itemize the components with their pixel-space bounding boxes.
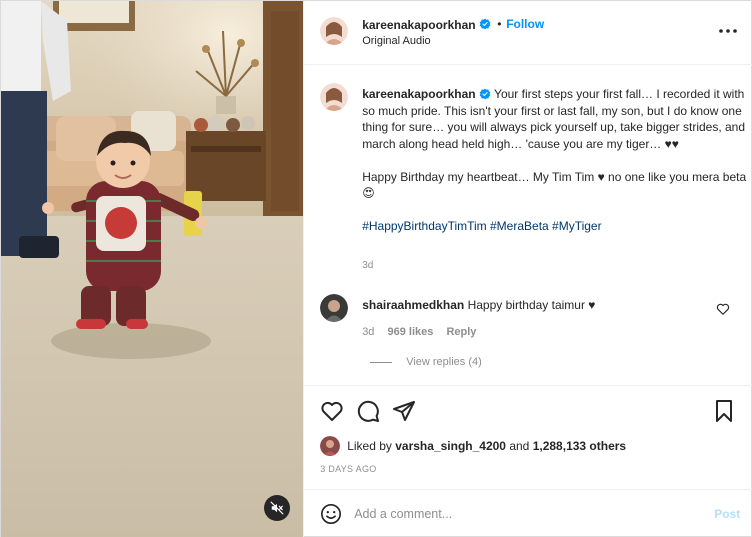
commenter-username[interactable]: shairaahmedkhan (362, 298, 464, 312)
caption-hashtags[interactable]: #HappyBirthdayTimTim #MeraBeta #MyTiger (362, 218, 747, 235)
share-button[interactable] (392, 399, 416, 423)
smiley-icon (321, 504, 342, 524)
speaker-muted-icon (270, 501, 284, 515)
caption-author-avatar[interactable] (320, 83, 349, 111)
post-header: kareenakapoorkhan • Follow Original Audi… (304, 1, 752, 65)
verified-badge (479, 17, 491, 31)
caption-body: kareenakapoorkhan Your first steps your … (362, 86, 747, 235)
commenter-avatar[interactable] (320, 294, 349, 322)
post-video[interactable] (1, 1, 304, 537)
comment-text: Happy birthday taimur ♥ (467, 298, 596, 312)
reply-button[interactable]: Reply (446, 326, 476, 338)
comment-likes[interactable]: 969 likes (388, 326, 434, 338)
post-comment-button[interactable]: Post (714, 507, 740, 521)
comment-button[interactable] (356, 399, 380, 423)
liker-username[interactable]: varsha_singh_4200 (395, 439, 506, 453)
view-replies-label: View replies (4) (406, 356, 482, 368)
comment-input[interactable] (354, 502, 685, 526)
replies-divider (370, 361, 393, 363)
mute-button[interactable] (264, 495, 290, 521)
comment-meta: 3d 969 likes Reply (362, 326, 486, 338)
author-username[interactable]: kareenakapoorkhan (362, 18, 475, 32)
emoji-button[interactable] (320, 503, 342, 525)
comment-item: shairaahmedkhan Happy birthday taimur ♥ … (320, 294, 740, 384)
verified-badge-icon (479, 88, 491, 100)
caption-timestamp[interactable]: 3d (362, 260, 373, 271)
comment-icon (358, 400, 380, 422)
instagram-post-frame: kareenakapoorkhan • Follow Original Audi… (0, 0, 752, 537)
author-avatar[interactable] (320, 17, 349, 45)
comment-timestamp[interactable]: 3d (362, 326, 374, 338)
liker-avatar[interactable] (320, 436, 341, 456)
post-details-panel: kareenakapoorkhan • Follow Original Audi… (303, 1, 752, 537)
likes-and: and (509, 439, 530, 453)
bookmark-icon (716, 400, 733, 422)
verified-badge-icon (479, 18, 491, 30)
caption-birthday-line: Happy Birthday my heartbeat… My Tim Tim … (362, 169, 747, 201)
more-options-button[interactable] (716, 21, 740, 41)
post-actions: Liked by varsha_singh_4200 and 1,288,133… (304, 385, 752, 489)
video-frame-image (1, 1, 304, 537)
save-button[interactable] (712, 399, 736, 423)
comment-like-button[interactable] (716, 302, 730, 316)
likes-others-link[interactable]: 1,288,133 others (533, 439, 626, 453)
add-comment-bar: Post (304, 489, 752, 537)
likes-prefix: Liked by (347, 439, 392, 453)
view-replies-button[interactable]: View replies (4) (370, 356, 482, 368)
more-options-icon (719, 29, 737, 33)
post-date[interactable]: 3 DAYS AGO (320, 464, 376, 474)
paper-plane-icon (393, 401, 416, 421)
heart-icon (321, 401, 343, 421)
audio-label[interactable]: Original Audio (362, 35, 431, 47)
like-button[interactable] (320, 399, 344, 423)
caption-username[interactable]: kareenakapoorkhan (362, 87, 475, 101)
heart-icon (717, 303, 730, 315)
follow-button[interactable]: Follow (506, 17, 544, 31)
separator-dot: • (497, 17, 502, 31)
likes-summary: Liked by varsha_singh_4200 and 1,288,133… (320, 436, 626, 456)
comment-text-row: shairaahmedkhan Happy birthday taimur ♥ (362, 298, 595, 312)
